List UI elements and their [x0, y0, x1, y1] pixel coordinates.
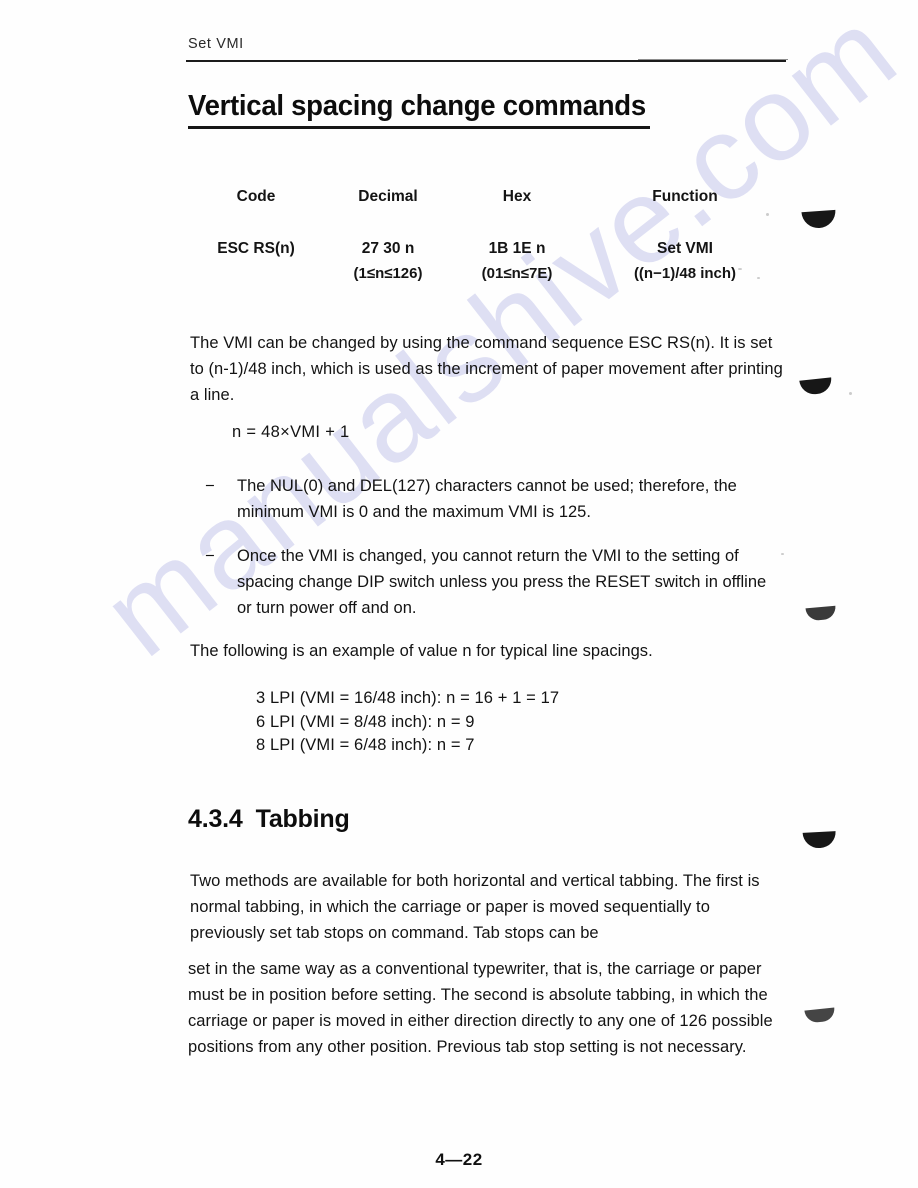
column-header-decimal: Decimal	[358, 188, 418, 205]
section-heading: 4.3.4 Tabbing	[188, 805, 350, 834]
dash-marker: −	[205, 477, 215, 495]
lpi-example-list: 3 LPI (VMI = 16/48 inch): n = 16 + 1 = 1…	[256, 687, 559, 758]
table-header-row: Code Decimal Hex Function	[190, 186, 790, 208]
note-bullet-1-text: The NUL(0) and DEL(127) characters canno…	[237, 477, 737, 521]
lpi-example-item: 8 LPI (VMI = 6/48 inch): n = 7	[256, 736, 475, 754]
document-page: manualshive.com Set VMI Vertical spacing…	[0, 0, 918, 1188]
example-intro-paragraph: The following is an example of value n f…	[190, 642, 653, 660]
lpi-example-item: 3 LPI (VMI = 16/48 inch): n = 16 + 1 = 1…	[256, 689, 560, 707]
note-bullet-1: − The NUL(0) and DEL(127) characters can…	[205, 473, 783, 525]
page-number: 4—22	[435, 1150, 483, 1169]
note-bullet-2-text: Once the VMI is changed, you cannot retu…	[237, 547, 767, 617]
cell-code: ESC RS(n)	[190, 238, 322, 284]
cell-hex: 1B 1E n (01≤n≤7E)	[454, 238, 580, 284]
column-header-code: Code	[236, 188, 276, 205]
cell-decimal-value: 27 30 n	[361, 240, 415, 257]
cell-hex-value: 1B 1E n	[488, 240, 546, 257]
page-title: Vertical spacing change commands	[188, 90, 646, 122]
section-number: 4.3.4	[188, 805, 243, 833]
page-content: Set VMI Vertical spacing change commands…	[0, 0, 918, 1188]
tabbing-paragraph-2: set in the same way as a conventional ty…	[188, 960, 773, 1056]
command-table: Code Decimal Hex Function ESC RS(n) 27 3…	[190, 186, 790, 284]
header-rule	[186, 58, 788, 63]
running-head: Set VMI	[188, 36, 244, 52]
lpi-example-item: 6 LPI (VMI = 8/48 inch): n = 9	[256, 712, 475, 731]
section-title: Tabbing	[255, 805, 350, 833]
cell-function-detail: ((n−1)/48 inch)	[633, 265, 737, 282]
title-underline	[188, 126, 650, 129]
cell-code-value: ESC RS(n)	[217, 240, 295, 257]
table-row: ESC RS(n) 27 30 n (1≤n≤126) 1B 1E n (01≤…	[190, 238, 790, 284]
formula-line: n = 48×VMI + 1	[232, 423, 350, 441]
note-bullet-2: − Once the VMI is changed, you cannot re…	[205, 543, 783, 621]
cell-decimal: 27 30 n (1≤n≤126)	[322, 238, 454, 284]
cell-hex-range: (01≤n≤7E)	[481, 265, 553, 282]
column-header-function: Function	[652, 188, 718, 205]
intro-paragraph: The VMI can be changed by using the comm…	[190, 334, 783, 404]
tabbing-paragraph-1: Two methods are available for both horiz…	[190, 872, 760, 942]
dash-marker: −	[205, 547, 215, 565]
column-header-hex: Hex	[502, 188, 532, 205]
cell-function: Set VMI ((n−1)/48 inch)	[580, 238, 790, 284]
cell-decimal-range: (1≤n≤126)	[353, 265, 423, 282]
cell-function-value: Set VMI	[657, 240, 713, 257]
